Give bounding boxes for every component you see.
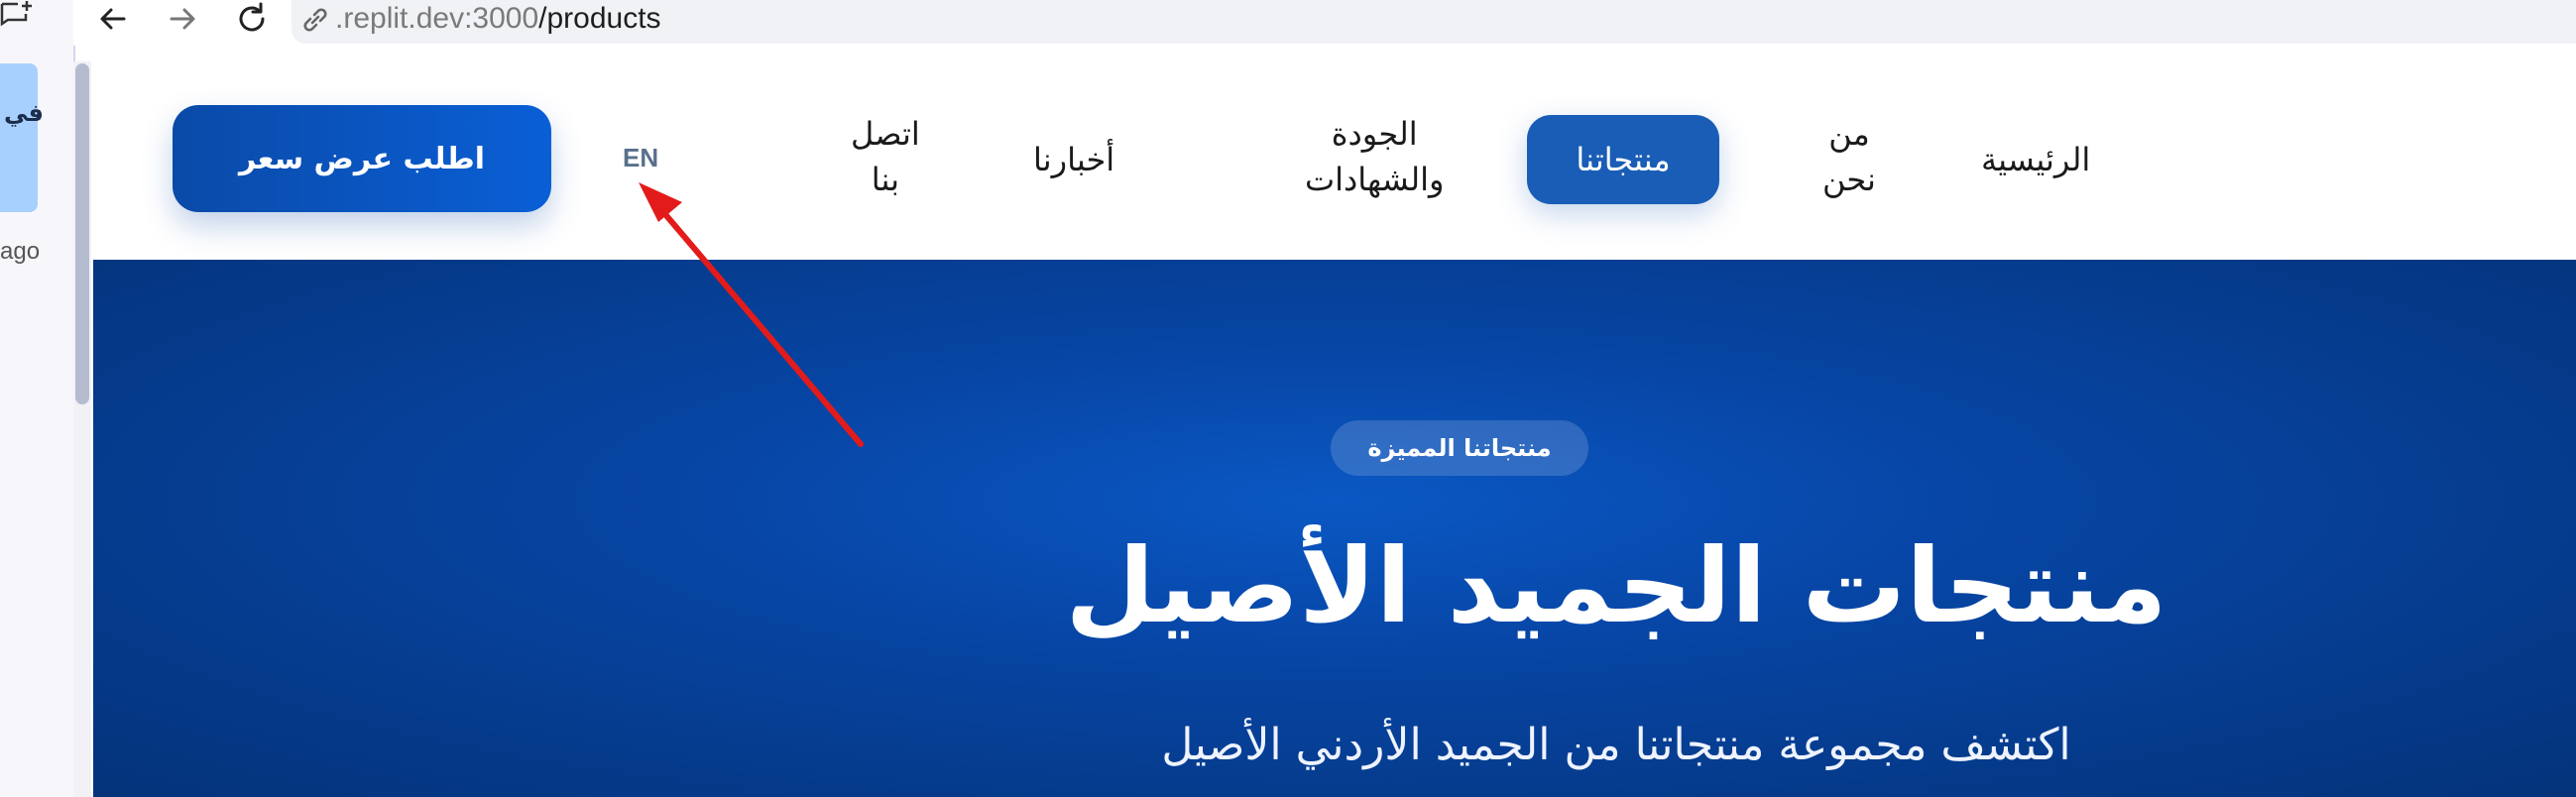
chat-card[interactable] [0, 63, 38, 212]
arrow-right-icon [170, 8, 195, 30]
scrollbar-thumb[interactable] [75, 63, 89, 404]
nav-about-line1: من [1828, 115, 1870, 153]
request-quote-button[interactable]: اطلب عرض سعر [173, 105, 551, 212]
arrow-left-icon [100, 8, 126, 30]
timestamp-ago: ago [0, 238, 41, 265]
app-sidebar-fragment: في ago [0, 0, 75, 797]
hero-title: منتجات الجميد الأصيل [1065, 525, 2167, 646]
nav-about[interactable]: من نحن [1822, 111, 1876, 202]
nav-products-active[interactable]: منتجاتنا [1527, 115, 1719, 204]
hero-badge: منتجاتنا المميزة [1331, 420, 1588, 476]
reload-button[interactable] [230, 0, 274, 38]
hero-subtitle: اكتشف مجموعة منتجاتنا من الجميد الأردني … [1161, 720, 2071, 770]
nav-contact[interactable]: اتصل بنا [851, 111, 920, 202]
nav-news[interactable]: أخبارنا [1033, 137, 1114, 182]
nav-quality[interactable]: الجودة والشهادات [1305, 111, 1444, 202]
nav-quality-line1: الجودة [1331, 115, 1418, 153]
forward-button[interactable] [161, 0, 204, 38]
link-icon [303, 8, 327, 32]
nav-quality-line2: والشهادات [1305, 161, 1445, 198]
reload-icon [239, 2, 265, 32]
new-chat-icon[interactable] [0, 0, 34, 30]
nav-home[interactable]: الرئيسية [1981, 137, 2090, 182]
url-text[interactable]: .replit.dev:3000/products [335, 0, 661, 38]
url-host: .replit.dev:3000 [335, 2, 539, 35]
nav-contact-line2: بنا [871, 161, 900, 198]
url-path: /products [538, 2, 661, 35]
back-button[interactable] [91, 0, 135, 38]
nav-about-line2: نحن [1822, 161, 1876, 198]
language-toggle[interactable]: EN [623, 143, 658, 173]
nav-contact-line1: اتصل [851, 115, 920, 153]
chat-card-text: في [4, 99, 44, 127]
